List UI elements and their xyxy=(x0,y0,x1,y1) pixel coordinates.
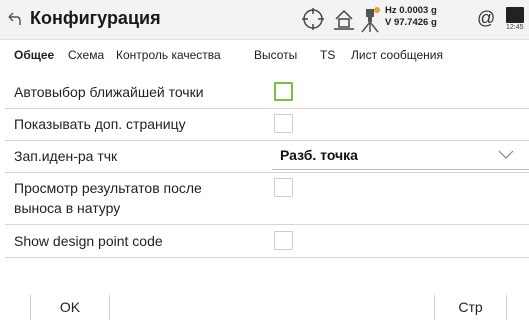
clock-time: 12:45 xyxy=(506,24,524,31)
tab-ts[interactable]: TS xyxy=(320,48,335,62)
divider xyxy=(5,108,529,109)
v-readout: V 97.7426 g xyxy=(385,17,437,28)
divider xyxy=(5,224,529,225)
title-bar: Конфигурация Hz 0.0003 g V 97.7426 g @ 1… xyxy=(0,0,529,40)
divider xyxy=(5,172,529,173)
page-title: Конфигурация xyxy=(30,8,161,28)
show-extra-page-checkbox[interactable] xyxy=(274,114,293,133)
auto-select-label: Автовыбор ближайшей точки xyxy=(14,84,204,100)
view-results-label: Просмотр результатов после выноса в нату… xyxy=(14,180,202,216)
tab-general[interactable]: Общее xyxy=(14,48,54,62)
design-code-label: Show design point code xyxy=(14,233,163,249)
tab-bar: Общее Схема Контроль качества Высоты TS … xyxy=(0,44,529,64)
instrument-icon[interactable] xyxy=(358,6,382,34)
divider xyxy=(5,140,529,141)
softkey-bar: OK Стр xyxy=(0,295,529,320)
battery-icon: 12:45 xyxy=(504,7,529,33)
divider xyxy=(5,257,529,258)
tab-scheme[interactable]: Схема xyxy=(68,48,104,62)
page-button[interactable]: Стр xyxy=(435,295,506,320)
show-extra-page-label: Показывать доп. страницу xyxy=(14,116,186,132)
divider xyxy=(109,295,110,320)
chevron-down-icon xyxy=(498,150,514,159)
angle-readout: Hz 0.0003 g V 97.7426 g xyxy=(385,5,437,29)
point-id-label: Зап.иден-ра тчк xyxy=(14,148,118,164)
tab-heights[interactable]: Высоты xyxy=(254,48,297,62)
point-id-value: Разб. точка xyxy=(280,147,358,163)
design-code-checkbox[interactable] xyxy=(274,231,293,250)
target-crosshair-icon[interactable] xyxy=(300,6,326,32)
ok-button[interactable]: OK xyxy=(31,295,109,320)
divider xyxy=(506,295,507,320)
auto-select-checkbox[interactable] xyxy=(274,82,293,101)
tab-message-sheet[interactable]: Лист сообщения xyxy=(351,48,443,62)
back-arrow-icon[interactable] xyxy=(7,10,23,28)
view-results-checkbox[interactable] xyxy=(274,178,293,197)
hz-readout: Hz 0.0003 g xyxy=(385,5,437,16)
tab-quality-control[interactable]: Контроль качества xyxy=(116,48,221,62)
point-id-dropdown[interactable]: Разб. точка xyxy=(272,144,529,170)
station-home-icon[interactable] xyxy=(331,6,357,32)
at-icon[interactable]: @ xyxy=(477,8,495,29)
